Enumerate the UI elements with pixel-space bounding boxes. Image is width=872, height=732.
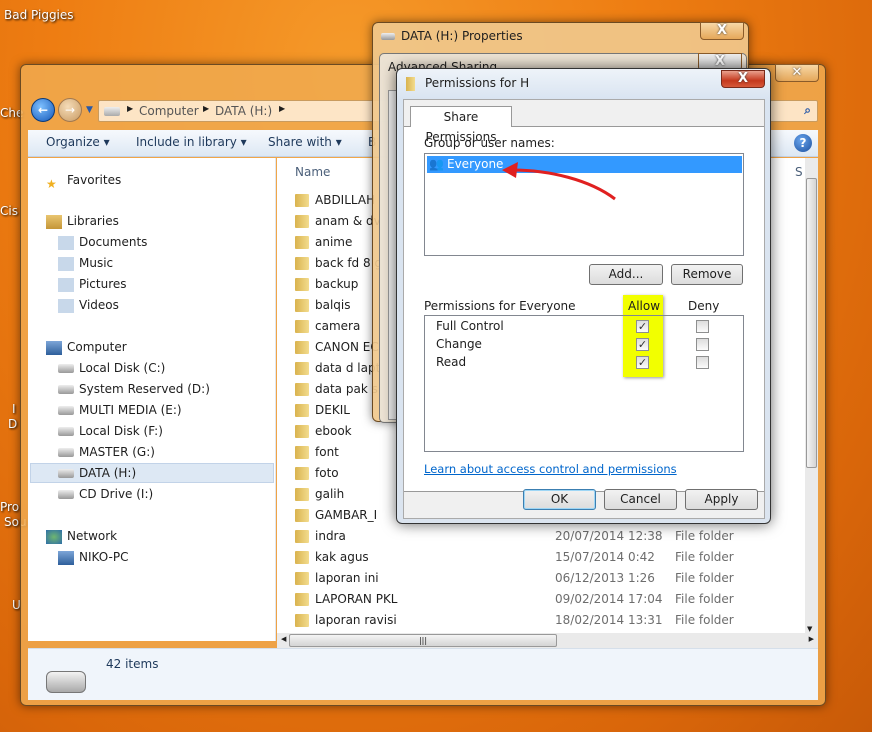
tab-share-permissions[interactable]: Share Permissions bbox=[410, 106, 512, 144]
arrow-shaft bbox=[511, 168, 616, 201]
arrow-head bbox=[502, 162, 518, 178]
